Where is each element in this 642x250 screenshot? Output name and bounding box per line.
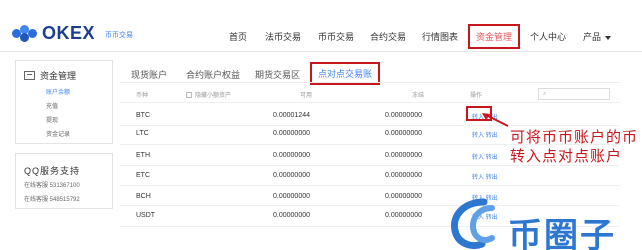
tabs-divider bbox=[120, 82, 620, 83]
tab-futures-zone[interactable]: 期货交易区 bbox=[255, 68, 300, 81]
table-divider bbox=[120, 125, 620, 126]
cell-frozen: 0.00000000 bbox=[385, 152, 422, 159]
nav-products[interactable]: 产品 bbox=[583, 30, 612, 43]
nav-coin-trade[interactable]: 币币交易 bbox=[318, 30, 354, 43]
cell-available: 0.00001244 bbox=[273, 112, 310, 119]
logo-subtitle: 币币交易 bbox=[105, 32, 134, 39]
transfer-in-button[interactable]: 转入 bbox=[472, 133, 484, 139]
hide-small-assets-toggle[interactable]: 隐藏小额资产 bbox=[186, 90, 231, 99]
cell-frozen: 0.00000000 bbox=[385, 112, 422, 119]
th-currency: 币种 bbox=[136, 93, 149, 99]
transfer-out-button[interactable]: 转出 bbox=[486, 155, 498, 161]
nav-products-label: 产品 bbox=[583, 32, 602, 42]
cell-currency: BCH bbox=[136, 193, 151, 200]
annotation-text: 可将币币账户的币转入点对点账户 bbox=[510, 128, 639, 165]
cell-currency: ETH bbox=[136, 152, 150, 159]
cell-currency: ETC bbox=[136, 172, 150, 179]
hide-small-assets-label: 隐藏小额资产 bbox=[195, 93, 232, 99]
qq-support-line[interactable]: 在线客服 548515792 bbox=[24, 194, 80, 203]
sidebar-item-records[interactable]: 资金记录 bbox=[46, 129, 70, 138]
qq-support-line[interactable]: 在线客服 531367100 bbox=[24, 180, 80, 189]
sidebar-qq-support: QQ服务支持 在线客服 531367100 在线客服 548515792 bbox=[15, 153, 113, 209]
th-frozen: 冻结 bbox=[412, 93, 425, 99]
search-input[interactable]: ⌕ bbox=[538, 88, 610, 100]
sidebar-item-balance[interactable]: 账户余额 bbox=[46, 87, 70, 96]
arrow-icon bbox=[482, 113, 509, 127]
okex-logo[interactable]: OKEX 币币交易 bbox=[12, 23, 133, 44]
nav-charts[interactable]: 行情图表 bbox=[422, 30, 458, 43]
cell-available: 0.00000000 bbox=[273, 152, 310, 159]
ops-cell: 转入 转出 bbox=[472, 152, 498, 161]
qq-support-title: QQ服务支持 bbox=[24, 166, 81, 176]
top-header: OKEX 币币交易 首页 法币交易 币币交易 合约交易 行情图表 资金管理 个人… bbox=[0, 0, 642, 52]
nav-fiat-trade[interactable]: 法币交易 bbox=[265, 30, 301, 43]
chevron-down-icon bbox=[605, 35, 612, 40]
cell-available: 0.00000000 bbox=[273, 172, 310, 179]
cell-frozen: 0.00000000 bbox=[385, 193, 422, 200]
th-ops: 操作 bbox=[470, 93, 483, 99]
sidebar-item-deposit[interactable]: 充值 bbox=[46, 101, 58, 110]
cell-currency: LTC bbox=[136, 130, 149, 137]
cell-currency: USDT bbox=[136, 212, 156, 219]
sidebar-title: 资金管理 bbox=[24, 69, 76, 82]
transfer-out-button[interactable]: 转出 bbox=[486, 133, 498, 139]
table-divider bbox=[120, 185, 620, 186]
nav-futures-trade[interactable]: 合约交易 bbox=[370, 30, 406, 43]
nav-home[interactable]: 首页 bbox=[229, 30, 247, 43]
okex-logo-icon bbox=[12, 24, 38, 43]
search-icon: ⌕ bbox=[543, 91, 547, 97]
sidebar-fund-menu: 资金管理 账户余额 充值 提现 资金记录 bbox=[15, 60, 113, 144]
sidebar-title-label: 资金管理 bbox=[40, 71, 77, 81]
cell-available: 0.00000000 bbox=[273, 212, 310, 219]
nav-personal-center[interactable]: 个人中心 bbox=[530, 30, 566, 43]
transfer-in-button[interactable]: 转入 bbox=[472, 155, 484, 161]
watermark-text: 币圈子 bbox=[508, 216, 616, 250]
ops-cell: 转入 转出 bbox=[472, 130, 498, 139]
cell-available: 0.00000000 bbox=[273, 130, 310, 137]
tab-futures-equity[interactable]: 合约账户权益 bbox=[186, 68, 240, 81]
table-divider bbox=[120, 102, 620, 103]
sidebar-item-withdraw[interactable]: 提现 bbox=[46, 115, 58, 124]
transfer-in-button[interactable]: 转入 bbox=[472, 175, 484, 181]
cell-available: 0.00000000 bbox=[273, 193, 310, 200]
cell-frozen: 0.00000000 bbox=[385, 130, 422, 137]
cell-frozen: 0.00000000 bbox=[385, 172, 422, 179]
tab-spot-account[interactable]: 现货账户 bbox=[131, 68, 167, 81]
cell-currency: BTC bbox=[136, 112, 150, 119]
logo-text: OKEX bbox=[42, 23, 96, 43]
th-available: 可用 bbox=[300, 93, 313, 99]
cell-frozen: 0.00000000 bbox=[385, 212, 422, 219]
checkbox-icon bbox=[186, 92, 192, 99]
nav-fund-management[interactable]: 资金管理 bbox=[468, 24, 521, 49]
transfer-out-button[interactable]: 转出 bbox=[486, 175, 498, 181]
ops-cell: 转入 转出 bbox=[472, 172, 498, 181]
wallet-icon bbox=[24, 71, 35, 80]
